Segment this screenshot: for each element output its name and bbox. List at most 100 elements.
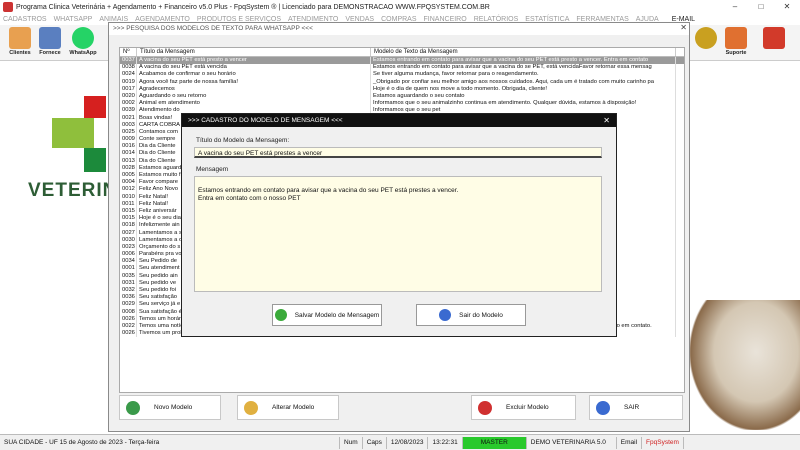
status-num: Num — [340, 436, 363, 449]
cell-number: 0015 — [120, 215, 137, 223]
table-row[interactable]: 0024 Acabamos de confirmar o seu horário S… — [120, 71, 684, 79]
status-time: 13:22:31 — [428, 436, 463, 449]
cell-number: 0014 — [120, 150, 137, 158]
cell-number: 0012 — [120, 186, 137, 194]
cell-number: 0010 — [120, 193, 137, 201]
cell-number: 0035 — [120, 272, 137, 280]
title-input[interactable]: A vacina do seu PET está prestes a vence… — [194, 147, 602, 158]
close-icon[interactable]: ✕ — [774, 0, 800, 14]
cell-number: 0023 — [120, 243, 137, 252]
column-header-title[interactable]: Título da Mensagem — [137, 48, 371, 56]
table-header: Nº Título da Mensagem Modelo de Texto da… — [120, 48, 684, 57]
logo-cross-green — [52, 118, 94, 148]
excluir-modelo-button[interactable]: Excluir Modelo — [471, 395, 576, 420]
alterar-modelo-button[interactable]: Alterar Modelo — [237, 395, 339, 420]
add-icon — [126, 400, 140, 415]
status-version: DEMO VETERINARIA 5.0 — [527, 436, 617, 449]
cell-title: Aguardando o seu retorno — [137, 92, 371, 101]
cell-number: 0029 — [120, 301, 137, 309]
search-window-title: >>> PESQUISA DOS MODELOS DE TEXTO PARA W… — [109, 23, 689, 35]
cell-title: Agora você faz parte de nossa família! — [137, 78, 371, 86]
cell-number: 0026 — [120, 315, 137, 323]
cell-number: 0018 — [120, 222, 137, 230]
cell-text: Hoje é o dia de quem nos move a todo mom… — [371, 85, 676, 93]
table-row[interactable]: 0002 Animal em atendimento Informamos que … — [120, 100, 684, 108]
cell-number: 0019 — [120, 78, 137, 86]
app-icon — [3, 2, 13, 12]
cell-number: 0016 — [120, 143, 137, 151]
minimize-icon[interactable]: – — [722, 0, 748, 14]
suporte-button[interactable]: Suporte — [720, 27, 752, 56]
status-master: MASTER — [462, 436, 527, 449]
dialog-title: >>> CADASTRO DO MODELO DE MENSAGEM <<< — [182, 114, 616, 127]
cell-number: 0006 — [120, 251, 137, 259]
clientes-button[interactable]: Clientes — [4, 27, 36, 56]
table-row[interactable]: 0017 Agradecemos Hoje é o dia de quem nos … — [120, 85, 684, 93]
cell-number: 0028 — [120, 164, 137, 172]
logo-text: VETERIN — [28, 180, 118, 201]
table-row[interactable]: 0019 Agora você faz parte de nossa famíli… — [120, 78, 684, 86]
exit-model-button[interactable]: Sair do Modelo — [416, 304, 526, 326]
table-row[interactable]: 0020 Aguardando o seu retorno Estamos agua… — [120, 92, 684, 101]
cell-number: 0021 — [120, 114, 137, 122]
cell-number: 0036 — [120, 294, 137, 302]
cell-number: 0024 — [120, 71, 137, 79]
status-date: 12/08/2023 — [387, 436, 429, 449]
cell-number: 0009 — [120, 136, 137, 144]
delete-icon — [478, 400, 492, 415]
logo-cross-red-top — [84, 96, 106, 118]
menu-cadastros[interactable]: CADASTROS — [3, 16, 47, 23]
table-row[interactable]: 0037 A vacina do seu PET está presto a ve… — [120, 57, 684, 65]
whatsapp-button[interactable]: WhatsApp — [67, 27, 99, 56]
gear-icon — [695, 27, 717, 49]
exit-arrow-icon — [596, 400, 610, 415]
cell-number: 0001 — [120, 265, 137, 273]
cell-number: 0026 — [120, 330, 137, 338]
dialog-close-icon[interactable]: ✕ — [603, 114, 610, 127]
logo-cross-green-bottom — [84, 148, 106, 172]
cell-text: Informamos que o seu animalzinho continu… — [371, 100, 676, 108]
cell-title: Acabamos de confirmar o seu horário — [137, 71, 371, 79]
cell-number: 0037 — [120, 57, 137, 65]
maximize-icon[interactable]: □ — [748, 0, 774, 14]
menu-whatsapp[interactable]: WHATSAPP — [54, 16, 93, 23]
cell-number: 0005 — [120, 172, 137, 180]
message-textarea[interactable]: Estamos entrando em contato para avisar … — [194, 176, 602, 292]
fornece-button[interactable]: Fornece — [34, 27, 66, 56]
sair-button[interactable]: SAIR — [589, 395, 683, 420]
cell-number: 0017 — [120, 85, 137, 93]
status-bar: SUA CIDADE - UF 15 de Agosto de 2023 - T… — [0, 434, 800, 450]
search-window-close-icon[interactable]: ✕ — [680, 23, 687, 32]
cell-title: A vacina do seu PET está presto a vencer — [137, 57, 371, 65]
exit-icon — [763, 27, 785, 49]
message-scrollbar[interactable] — [594, 179, 599, 289]
novo-modelo-button[interactable]: Novo Modelo — [119, 395, 221, 420]
status-caps: Caps — [363, 436, 387, 449]
cell-title: A vacina do seu PET está vencida — [137, 64, 371, 72]
cell-text: Estamos entrando em contato para avisar … — [371, 64, 676, 72]
table-row[interactable]: 0038 A vacina do seu PET está vencida Esta… — [120, 64, 684, 72]
window-controls: – □ ✕ — [722, 0, 800, 14]
cell-number: 0027 — [120, 229, 137, 237]
exit-app-button[interactable] — [758, 27, 790, 49]
support-icon — [725, 27, 747, 49]
checkmark-icon — [274, 309, 287, 321]
save-model-button[interactable]: Salvar Modelo de Mensagem — [272, 304, 382, 326]
cell-title: Animal em atendimento — [137, 100, 371, 108]
cell-number: 0003 — [120, 121, 137, 129]
cat-photo — [690, 300, 800, 430]
cell-number: 0020 — [120, 92, 137, 101]
cell-number: 0004 — [120, 179, 137, 187]
cell-number: 0025 — [120, 128, 137, 137]
status-city-date: SUA CIDADE - UF 15 de Agosto de 2023 - T… — [0, 436, 340, 449]
cell-text: Estamos entrando em contato para avisar … — [371, 57, 676, 65]
settings-button[interactable] — [690, 27, 722, 49]
cell-number: 0034 — [120, 258, 137, 266]
cell-text: Se tiver alguma mudança, favor retornar … — [371, 71, 676, 79]
column-header-number[interactable]: Nº — [120, 48, 137, 56]
status-email[interactable]: Email — [617, 436, 643, 449]
message-label: Mensagem — [196, 166, 229, 173]
column-header-text[interactable]: Modelo de Texto da Mensagem — [371, 48, 676, 56]
clientes-icon — [9, 27, 31, 49]
cell-number: 0002 — [120, 100, 137, 108]
